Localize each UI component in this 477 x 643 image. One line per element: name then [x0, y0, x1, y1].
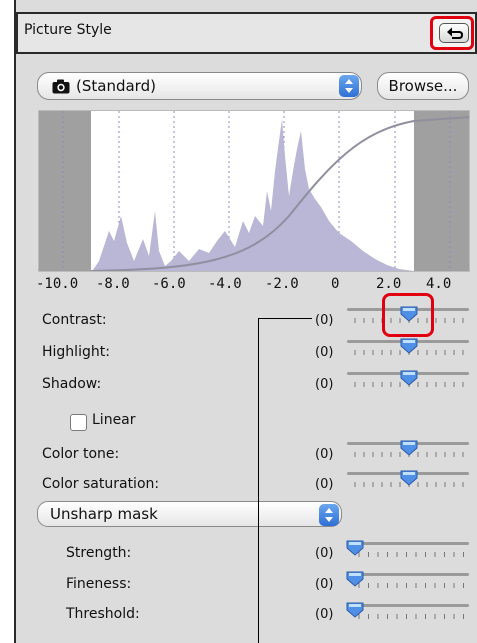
- x-tick-label: -6.0: [152, 276, 186, 292]
- browse-button[interactable]: Browse...: [377, 72, 469, 100]
- slider-track: [347, 604, 469, 607]
- highlight-value: (0): [315, 345, 334, 360]
- shadow-slider[interactable]: [345, 368, 471, 394]
- select-arrows-icon: [319, 504, 339, 526]
- right-shaded-range: [414, 111, 469, 271]
- strength-label: Strength:: [66, 545, 132, 561]
- fineness-slider[interactable]: [345, 569, 471, 595]
- x-tick-label: 0: [331, 276, 340, 292]
- threshold-label: Threshold:: [66, 606, 140, 622]
- linear-checkbox[interactable]: [70, 414, 87, 431]
- threshold-slider[interactable]: [345, 600, 471, 626]
- select-arrows-icon: [339, 75, 359, 97]
- highlight-label: Highlight:: [42, 344, 110, 360]
- tone-curve-graph[interactable]: [38, 110, 470, 272]
- callout-leader-horizontal: [258, 318, 312, 319]
- slider-thumb-shine: [403, 372, 415, 375]
- slider-thumb-shine: [349, 604, 361, 607]
- color-saturation-label: Color saturation:: [42, 476, 160, 492]
- sharpness-mode-value: Unsharp mask: [50, 505, 158, 523]
- x-axis: -10.0 -8.0 -6.0 -4.0 -2.0 0 2.0 4.0: [36, 276, 476, 294]
- slider-thumb-shine: [403, 472, 415, 475]
- fineness-label: Fineness:: [66, 576, 132, 592]
- callout-leader-vertical: [258, 318, 259, 643]
- shadow-value: (0): [315, 377, 334, 392]
- slider-graphic: [346, 571, 469, 588]
- camera-icon: [52, 79, 70, 94]
- contrast-label: Contrast:: [42, 312, 107, 328]
- strength-slider[interactable]: [345, 538, 471, 564]
- x-tick-label: 2.0: [376, 276, 402, 292]
- slider-track: [347, 573, 469, 576]
- contrast-value: (0): [315, 313, 334, 328]
- x-tick-label: -2.0: [265, 276, 299, 292]
- picture-style-value: (Standard): [76, 77, 156, 95]
- undo-button[interactable]: [439, 23, 469, 43]
- color-tone-label: Color tone:: [42, 446, 120, 462]
- slider-graphic: [346, 540, 469, 557]
- panel-title: Picture Style: [24, 22, 112, 38]
- x-tick-label: -8.0: [96, 276, 130, 292]
- contrast-slider-callout: [382, 293, 434, 337]
- panel-header: Picture Style: [16, 12, 477, 54]
- undo-button-highlight[interactable]: [430, 16, 474, 50]
- threshold-value: (0): [315, 607, 334, 622]
- shadow-label: Shadow:: [42, 376, 102, 392]
- left-shaded-range: [39, 111, 91, 271]
- x-tick-label: -10.0: [36, 276, 79, 292]
- slider-graphic: [347, 338, 469, 355]
- sharpness-mode-select[interactable]: Unsharp mask: [37, 501, 342, 527]
- histogram-curve: [39, 111, 469, 271]
- color-tone-slider[interactable]: [345, 438, 471, 464]
- slider-graphic: [347, 370, 469, 387]
- slider-track: [347, 542, 469, 545]
- highlight-slider[interactable]: [345, 336, 471, 362]
- color-tone-value: (0): [315, 447, 334, 462]
- slider-graphic: [347, 470, 469, 487]
- histogram: [92, 119, 414, 271]
- slider-graphic: [347, 440, 469, 457]
- undo-icon: [447, 27, 464, 39]
- color-saturation-value: (0): [315, 477, 334, 492]
- strength-value: (0): [315, 546, 334, 561]
- fineness-value: (0): [315, 577, 334, 592]
- x-tick-label: -4.0: [208, 276, 242, 292]
- picture-style-select[interactable]: (Standard): [37, 72, 362, 100]
- color-saturation-slider[interactable]: [345, 468, 471, 494]
- slider-thumb-shine: [403, 340, 415, 343]
- x-tick-label: 4.0: [426, 276, 452, 292]
- slider-thumb-shine: [349, 542, 361, 545]
- linear-label: Linear: [92, 412, 136, 428]
- slider-graphic: [346, 602, 469, 619]
- slider-thumb-shine: [403, 442, 415, 445]
- slider-thumb-shine: [349, 573, 361, 576]
